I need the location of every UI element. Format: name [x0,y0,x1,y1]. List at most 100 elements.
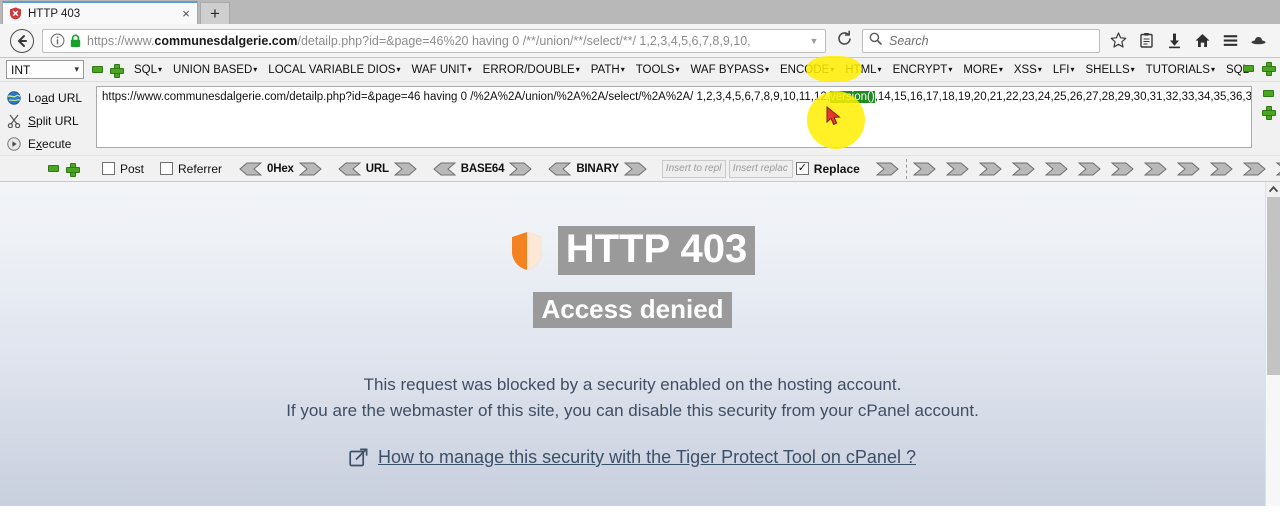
scroll-up-arrow-icon[interactable] [1266,182,1280,197]
encoder-label: BASE64 [460,162,505,175]
star-icon[interactable] [1104,27,1132,55]
scrollbar-thumb[interactable] [1267,197,1280,375]
hackbar-menu-path[interactable]: PATH▾ [587,62,629,78]
chevron-down-icon: ▾ [1070,64,1075,74]
hackbar-menu-sql[interactable]: SQL▾ [130,62,166,78]
extra-arrow-icon[interactable] [1209,162,1234,176]
external-link-icon [349,448,368,467]
plus-icon[interactable] [66,162,80,177]
decode-arrow-icon[interactable] [238,162,263,176]
hackbar-menu-tools[interactable]: TOOLS▾ [632,62,684,78]
extra-arrow-icon[interactable] [1077,162,1102,176]
hackbar-menu-lfi[interactable]: LFI▾ [1049,62,1079,78]
download-icon[interactable] [1160,27,1188,55]
post-checkbox[interactable]: Post [102,162,144,176]
back-button[interactable] [8,27,36,55]
hackbar-menu-union-based[interactable]: UNION BASED▾ [169,62,261,78]
load-url-button[interactable]: Load URL [6,86,96,109]
tab-strip: HTTP 403 × + [0,0,1280,24]
tab-http-403[interactable]: HTTP 403 × [2,1,198,24]
address-bar[interactable]: https://www.communesdalgerie.com/detailp… [42,28,826,53]
lock-icon[interactable] [66,32,84,49]
close-icon[interactable]: × [179,7,193,21]
account-icon[interactable] [1244,27,1272,55]
hackbar-menu-xss[interactable]: XSS▾ [1010,62,1046,78]
split-url-button[interactable]: Split URL [6,109,96,132]
plus-icon[interactable] [110,63,124,78]
library-icon[interactable] [1132,27,1160,55]
help-link[interactable]: How to manage this security with the Tig… [378,447,916,468]
encoder-group-url: URL [337,162,418,176]
plus-icon[interactable] [1262,62,1276,76]
decode-arrow-icon[interactable] [337,162,362,176]
hackbar-menu-list: SQL▾ UNION BASED▾ LOCAL VARIABLE DIOS▾ WAF … [130,62,1274,78]
decode-arrow-icon[interactable] [547,162,572,176]
encode-arrow-icon[interactable] [298,162,323,176]
vertical-scrollbar[interactable] [1265,182,1280,506]
encode-arrow-icon[interactable] [508,162,533,176]
hackbar-menu-label: LOCAL VARIABLE DIOS [268,63,396,76]
payload-type-value: INT [11,62,31,77]
minus-icon[interactable] [92,66,103,73]
hackbar-menu-more[interactable]: MORE▾ [959,62,1007,78]
hackbar-action-list: Load URL Split URL Execute [0,82,96,155]
hackbar-menu-encrypt[interactable]: ENCRYPT▾ [889,62,957,78]
hackbar-menu-shells[interactable]: SHELLS▾ [1082,62,1139,78]
hamburger-menu-icon[interactable] [1216,27,1244,55]
new-tab-button[interactable]: + [200,2,230,24]
checkbox-checked-icon: ✓ [795,162,809,175]
load-url-label: Load URL [28,90,83,105]
chevron-down-icon: ▾ [1037,64,1042,74]
page-info-icon[interactable] [49,32,66,49]
extra-arrow-icon[interactable] [1242,162,1267,176]
search-bar[interactable]: Search [862,28,1100,53]
home-icon[interactable] [1188,27,1216,55]
extra-arrow-icon[interactable] [1143,162,1168,176]
hackbar-menu-tutorials[interactable]: TUTORIALS▾ [1142,62,1219,78]
menu-row-zoom-controls [92,63,124,78]
minus-icon[interactable] [48,165,59,172]
request-url-area: https://www.communesdalgerie.com/detailp… [96,82,1256,155]
tab-title: HTTP 403 [28,7,81,20]
encoder-group-binary: BINARY [547,162,647,176]
search-input[interactable]: Search [889,34,929,48]
split-url-label: Split URL [28,113,79,128]
post-label: Post [120,161,145,176]
minus-icon[interactable] [1262,90,1274,97]
extra-arrow-icon[interactable] [1011,162,1036,176]
encode-arrow-icon[interactable] [623,162,648,176]
request-url-input[interactable]: https://www.communesdalgerie.com/detailp… [96,86,1252,148]
chevron-down-icon[interactable]: ▼ [807,36,821,46]
payload-type-select[interactable]: INT ▾ [6,60,84,79]
replace-apply-arrow-icon[interactable] [875,162,900,176]
encode-arrow-icon[interactable] [393,162,418,176]
insert-to-replace-input[interactable]: Insert to repl [661,159,726,178]
hackbar-menu-error-double[interactable]: ERROR/DOUBLE▾ [479,62,584,78]
hackbar-menu-encode[interactable]: ENCODE▾ [776,62,838,78]
hackbar-menu-local-variable-dios[interactable]: LOCAL VARIABLE DIOS▾ [264,62,404,78]
extra-arrow-icon[interactable] [1044,162,1069,176]
extra-arrow-icon[interactable] [945,162,970,176]
extra-arrow-icon[interactable] [978,162,1003,176]
hackbar-menu-waf-unit[interactable]: WAF UNIT▾ [408,62,476,78]
hackbar-menu-waf-bypass[interactable]: WAF BYPASS▾ [687,62,774,78]
referrer-checkbox[interactable]: Referrer [160,162,222,176]
hackbar-menu-html[interactable]: HTML▾ [841,62,885,78]
encoder-label: URL [365,162,389,175]
minus-icon[interactable] [1243,64,1254,72]
hackbar-menu-label: TUTORIALS [1145,63,1210,76]
menu-row-right-controls [1243,62,1276,76]
extra-arrow-icon[interactable] [1176,162,1201,176]
chevron-down-icon: ▾ [948,64,953,74]
extra-arrow-icon[interactable] [912,162,937,176]
extra-arrow-icon[interactable] [1110,162,1135,176]
execute-button[interactable]: Execute [6,132,96,155]
navigation-toolbar: https://www.communesdalgerie.com/detailp… [0,24,1280,58]
plus-icon[interactable] [1262,106,1276,120]
extra-arrow-icon[interactable] [1275,162,1280,176]
replace-checkbox[interactable]: ✓ Replace [795,162,860,176]
decode-arrow-icon[interactable] [432,162,457,176]
insert-replace-input[interactable]: Insert replac [728,159,793,178]
execute-label: Execute [28,136,72,151]
reload-button[interactable] [830,27,858,55]
